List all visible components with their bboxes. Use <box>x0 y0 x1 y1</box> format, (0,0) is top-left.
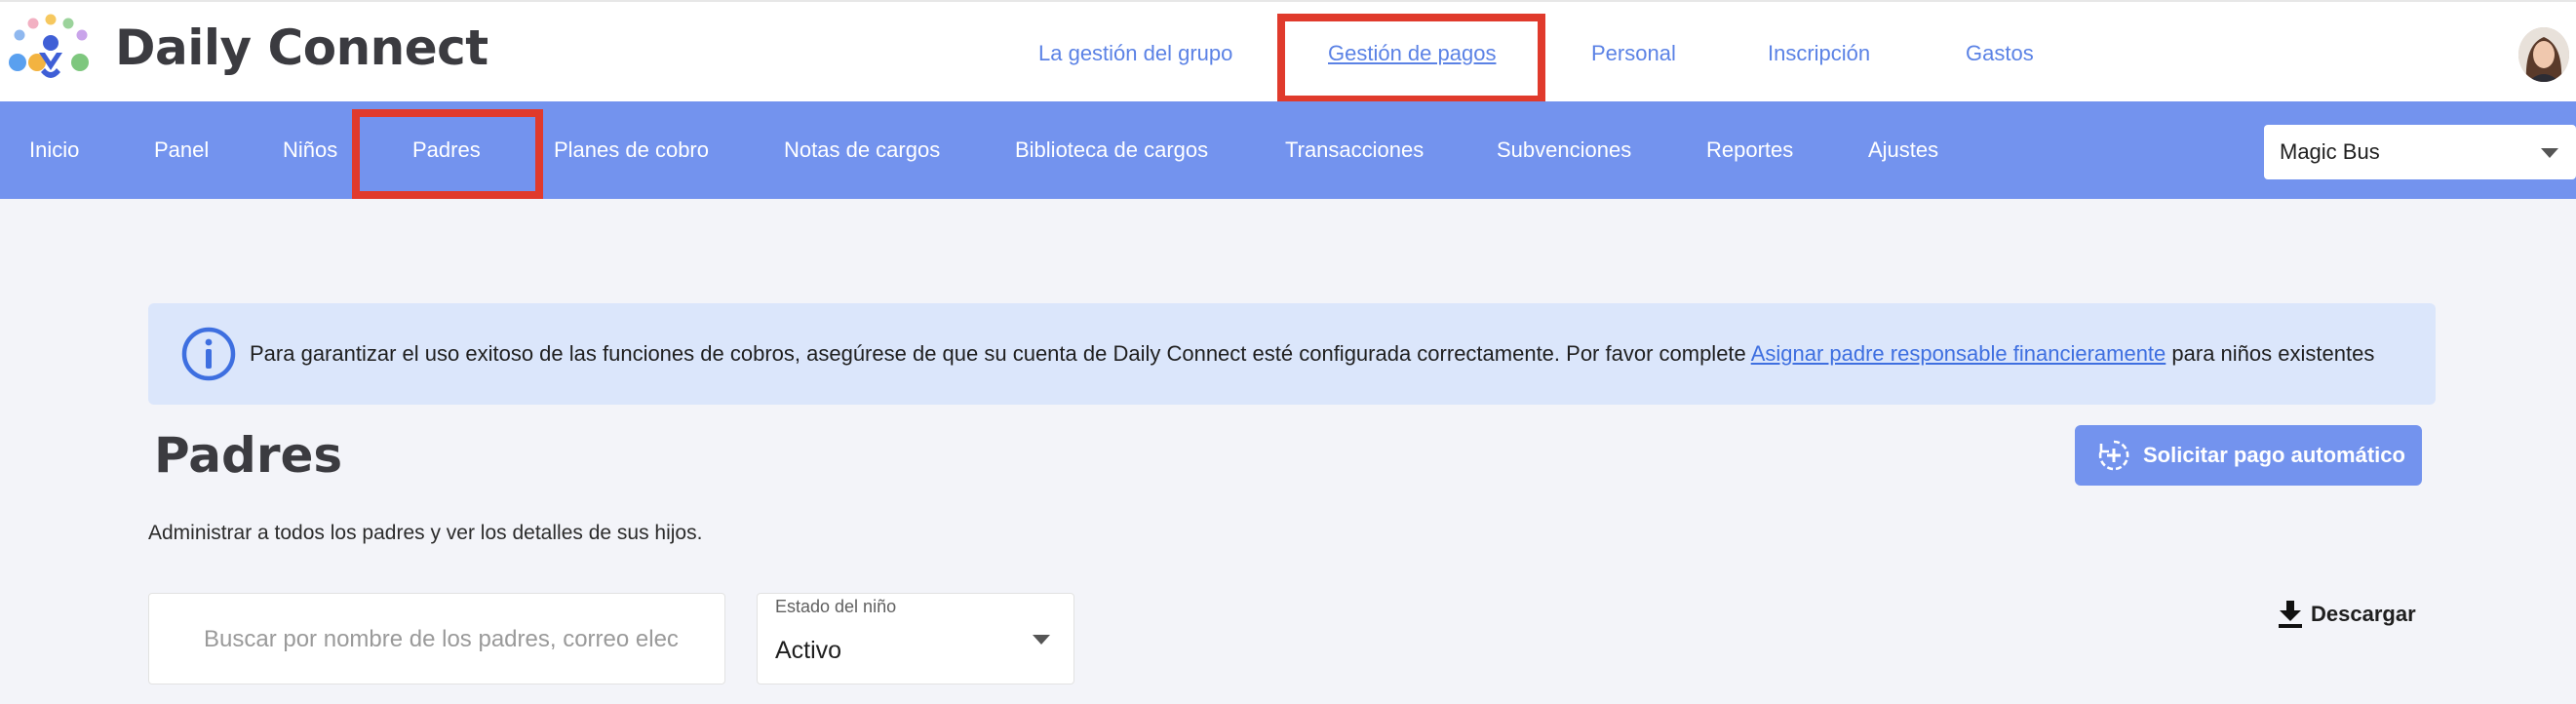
highlight-padres <box>352 109 543 199</box>
center-select-value: Magic Bus <box>2280 139 2380 164</box>
download-icon <box>2279 601 2302 628</box>
avatar-image <box>2518 27 2569 82</box>
topnav-inscripcion[interactable]: Inscripción <box>1768 37 1870 70</box>
info-banner-text: Para garantizar el uso exitoso de las fu… <box>250 336 2374 372</box>
subnav-inicio[interactable]: Inicio <box>29 133 79 168</box>
subnav-reportes[interactable]: Reportes <box>1706 133 1793 168</box>
subnav-transacciones[interactable]: Transacciones <box>1285 133 1424 168</box>
request-autopay-label: Solicitar pago automático <box>2143 443 2405 467</box>
topnav-personal[interactable]: Personal <box>1591 37 1676 70</box>
child-status-value: Activo <box>775 637 842 664</box>
download-button[interactable]: Descargar <box>2276 595 2422 634</box>
subnav-planes-de-cobro[interactable]: Planes de cobro <box>554 133 709 168</box>
brand-name[interactable]: Daily Connect <box>115 16 488 80</box>
subnav-ajustes[interactable]: Ajustes <box>1868 133 1938 168</box>
parent-search-input[interactable] <box>204 621 711 658</box>
info-icon <box>181 327 236 381</box>
request-autopay-button[interactable]: Solicitar pago automático <box>2075 425 2422 486</box>
subnav-ninos[interactable]: Niños <box>283 133 337 168</box>
page-subtitle: Administrar a todos los padres y ver los… <box>148 522 703 544</box>
subnav-subvenciones[interactable]: Subvenciones <box>1497 133 1631 168</box>
assign-responsible-parent-link[interactable]: Asignar padre responsable financierament… <box>1751 341 2166 366</box>
subnav-notas-de-cargos[interactable]: Notas de cargos <box>784 133 940 168</box>
topnav-la-gestion-del-grupo[interactable]: La gestión del grupo <box>1038 37 1232 70</box>
info-text-after: para niños existentes <box>2166 341 2375 366</box>
child-status-label: Estado del niño <box>775 597 897 616</box>
child-status-select[interactable]: Estado del niño Activo <box>757 593 1074 684</box>
subnav-biblioteca-de-cargos[interactable]: Biblioteca de cargos <box>1015 133 1208 168</box>
user-avatar[interactable] <box>2518 27 2569 82</box>
info-banner: Para garantizar el uso exitoso de las fu… <box>148 303 2436 405</box>
center-select[interactable]: Magic Bus <box>2264 125 2576 179</box>
page-title: Padres <box>154 427 343 484</box>
download-label: Descargar <box>2311 602 2416 626</box>
chevron-down-icon <box>2541 148 2558 158</box>
chevron-down-icon <box>1033 635 1050 645</box>
info-text-before: Para garantizar el uso exitoso de las fu… <box>250 341 1751 366</box>
subnav-panel[interactable]: Panel <box>154 133 209 168</box>
autopay-icon <box>2098 440 2129 471</box>
highlight-gestion-de-pagos <box>1277 14 1545 103</box>
app-root: Daily Connect La gestión del grupo Gesti… <box>0 0 2576 704</box>
parent-search-field[interactable] <box>148 593 725 684</box>
topnav-gastos[interactable]: Gastos <box>1966 37 2034 70</box>
daily-connect-logo-icon[interactable] <box>6 14 96 88</box>
